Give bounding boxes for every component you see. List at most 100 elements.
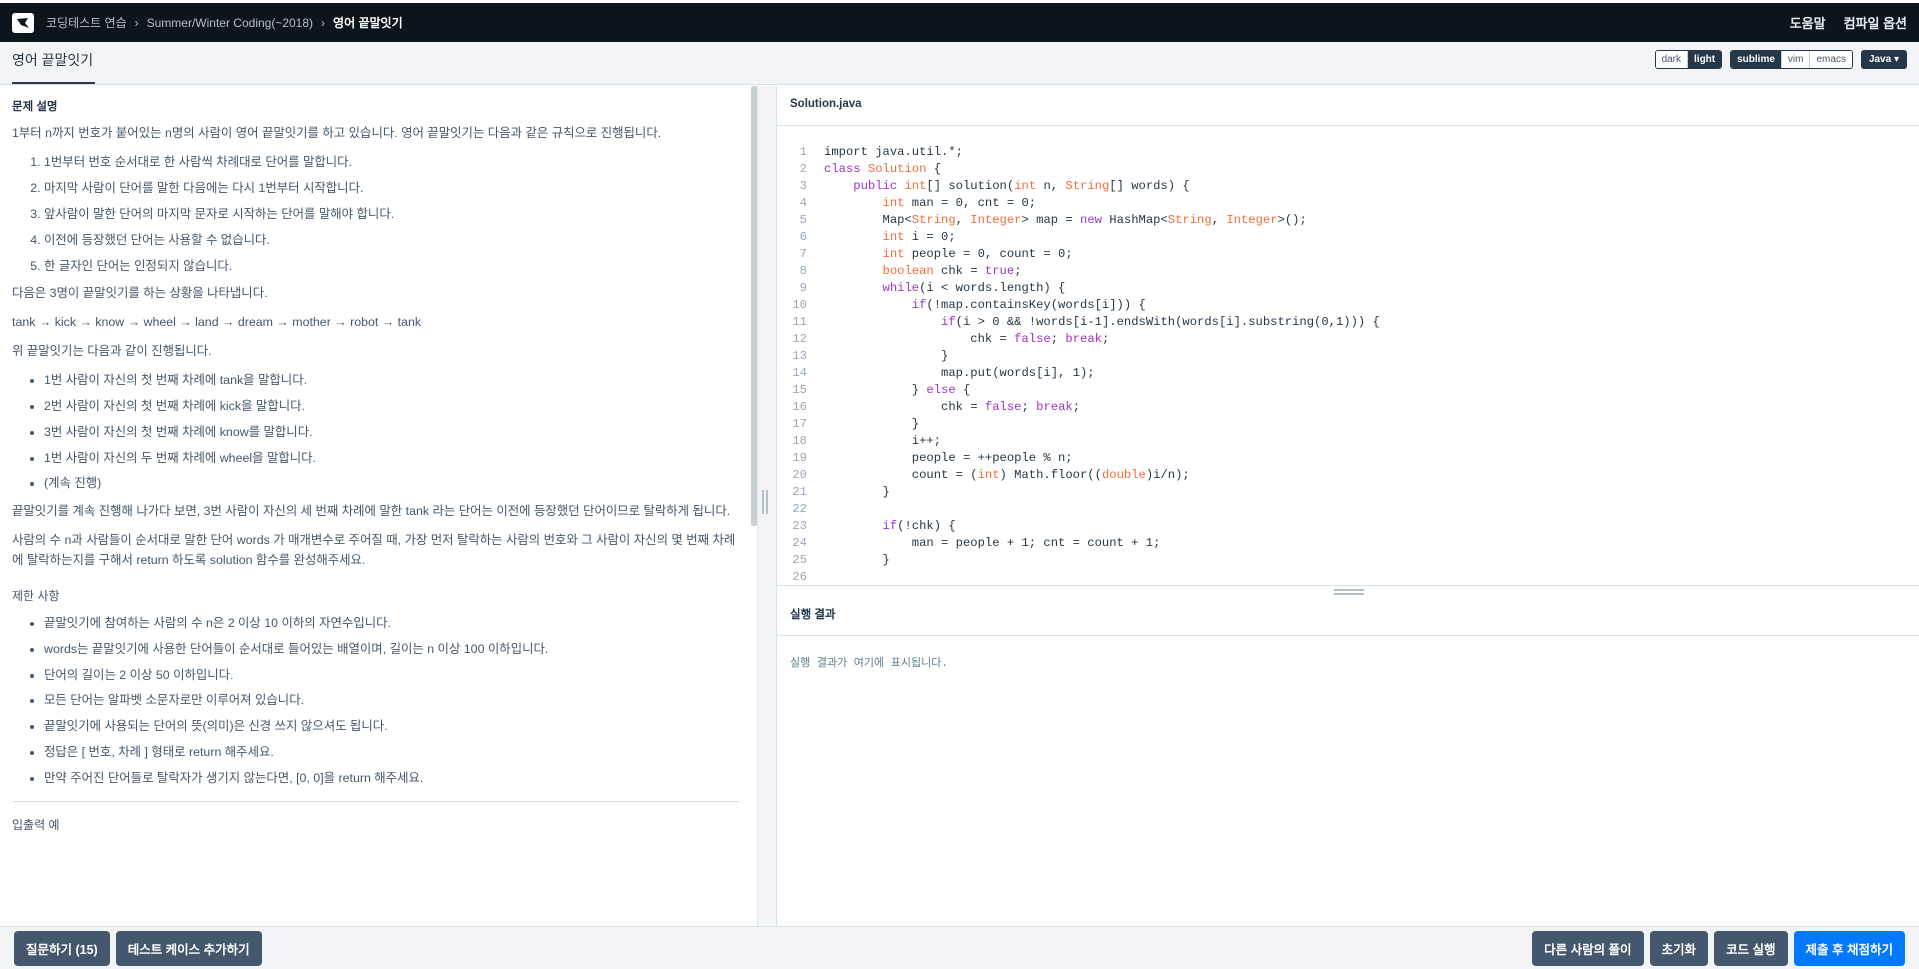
- code-text[interactable]: people = ++people % n;: [807, 450, 1073, 467]
- code-text[interactable]: if(!map.containsKey(words[i])) {: [807, 297, 1146, 314]
- code-line[interactable]: 26: [777, 569, 1919, 584]
- code-line[interactable]: 13 }: [777, 348, 1919, 365]
- splitter-grip-icon[interactable]: [762, 490, 772, 514]
- ask-question-button[interactable]: 질문하기 (15): [14, 930, 110, 966]
- code-line[interactable]: 21 }: [777, 484, 1919, 501]
- theme-light-button[interactable]: light: [1687, 51, 1722, 68]
- code-line[interactable]: 7 int people = 0, count = 0;: [777, 246, 1919, 263]
- line-number: 3: [799, 179, 807, 193]
- code-line[interactable]: 6 int i = 0;: [777, 229, 1919, 246]
- code-text[interactable]: int people = 0, count = 0;: [807, 246, 1073, 263]
- code-text[interactable]: }: [807, 552, 890, 569]
- code-text[interactable]: while(i < words.length) {: [807, 280, 1066, 297]
- code-text[interactable]: [807, 569, 824, 584]
- example-chain: tank → kick → know → wheel → land → drea…: [12, 315, 422, 330]
- help-link[interactable]: 도움말: [1790, 13, 1826, 32]
- keymap-sublime-button[interactable]: sublime: [1731, 51, 1781, 68]
- code-line[interactable]: 24 man = people + 1; cnt = count + 1;: [777, 535, 1919, 552]
- code-line[interactable]: 18 i++;: [777, 433, 1919, 450]
- section-title-constraints: 제한 사항: [12, 588, 60, 603]
- code-text[interactable]: chk = false; break;: [807, 331, 1109, 348]
- line-number: 19: [792, 451, 807, 465]
- code-line[interactable]: 20 count = (int) Math.floor((double)i/n)…: [777, 467, 1919, 484]
- code-text[interactable]: } else {: [807, 382, 971, 399]
- editor-pane: Solution.java 1 import java.util.*; 2 class…: [777, 86, 1919, 926]
- theme-toggle: dark light: [1654, 50, 1723, 69]
- code-text[interactable]: [807, 501, 824, 518]
- code-line[interactable]: 19 people = ++people % n;: [777, 450, 1919, 467]
- code-line[interactable]: 15 } else {: [777, 382, 1919, 399]
- line-number: 6: [799, 230, 807, 244]
- rule-item: 한 글자인 단어는 인정되지 않습니다.: [44, 257, 740, 277]
- code-line[interactable]: 25 }: [777, 552, 1919, 569]
- others-solutions-button[interactable]: 다른 사람의 풀이: [1532, 930, 1644, 966]
- line-number: 10: [792, 298, 807, 312]
- line-number: 8: [799, 264, 807, 278]
- code-line[interactable]: 10 if(!map.containsKey(words[i])) {: [777, 297, 1919, 314]
- code-text[interactable]: import java.util.*;: [807, 144, 963, 161]
- line-number: 26: [792, 570, 807, 584]
- code-line[interactable]: 17 }: [777, 416, 1919, 433]
- code-text[interactable]: class Solution {: [807, 161, 941, 178]
- code-line[interactable]: 1 import java.util.*;: [777, 144, 1919, 161]
- paragraph-elimination: 끝말잇기를 계속 진행해 나가다 보면, 3번 사람이 자신의 세 번째 차례에…: [12, 504, 731, 519]
- code-line[interactable]: 16 chk = false; break;: [777, 399, 1919, 416]
- code-text[interactable]: int i = 0;: [807, 229, 956, 246]
- code-text[interactable]: int man = 0, cnt = 0;: [807, 195, 1037, 212]
- language-dropdown[interactable]: Java ▾: [1860, 50, 1907, 69]
- problem-intro: 1부터 n까지 번호가 붙어있는 n명의 사람이 영어 끝말잇기를 하고 있습니…: [12, 126, 662, 141]
- run-code-button[interactable]: 코드 실행: [1714, 930, 1788, 966]
- code-line[interactable]: 14 map.put(words[i], 1);: [777, 365, 1919, 382]
- chevron-right-icon: ›: [321, 15, 326, 30]
- theme-dark-button[interactable]: dark: [1655, 51, 1688, 68]
- code-line[interactable]: 2 class Solution {: [777, 161, 1919, 178]
- progress-item: 2번 사람이 자신의 첫 번째 차례에 kick을 말합니다.: [44, 397, 740, 417]
- code-text[interactable]: if(i > 0 && !words[i-1].endsWith(words[i…: [807, 314, 1380, 331]
- line-number: 2: [799, 162, 807, 176]
- code-text[interactable]: }: [807, 484, 890, 501]
- code-editor[interactable]: 1 import java.util.*; 2 class Solution {3 p…: [777, 126, 1919, 584]
- code-text[interactable]: if(!chk) {: [807, 518, 956, 535]
- top-navbar: 코딩테스트 연습 › Summer/Winter Coding(~2018) ›…: [0, 0, 1919, 42]
- tab-problem[interactable]: 영어 끝말잇기: [12, 42, 96, 84]
- programmers-logo-icon[interactable]: [12, 12, 34, 33]
- breadcrumb-item-coding-test[interactable]: 코딩테스트 연습: [46, 14, 127, 31]
- code-text[interactable]: count = (int) Math.floor((double)i/n);: [807, 467, 1190, 484]
- code-text[interactable]: i++;: [807, 433, 941, 450]
- results-output: 실행 결과가 여기에 표시됩니다.: [790, 658, 948, 670]
- code-line[interactable]: 23 if(!chk) {: [777, 518, 1919, 535]
- compile-options-link[interactable]: 컴파일 옵션: [1844, 13, 1907, 32]
- code-line[interactable]: 4 int man = 0, cnt = 0;: [777, 195, 1919, 212]
- breadcrumb-item-category[interactable]: Summer/Winter Coding(~2018): [147, 16, 313, 30]
- paragraph-task: 사람의 수 n과 사람들이 순서대로 말한 단어 words 가 매개변수로 주…: [12, 533, 736, 567]
- constraint-item: 끝말잇기에 참여하는 사람의 수 n은 2 이상 10 이하의 자연수입니다.: [44, 614, 740, 634]
- code-line[interactable]: 8 boolean chk = true;: [777, 263, 1919, 280]
- submit-button[interactable]: 제출 후 채점하기: [1793, 930, 1905, 966]
- section-title-io-example: 입출력 예: [12, 817, 60, 832]
- code-line[interactable]: 5 Map<String, Integer> map = new HashMap…: [777, 212, 1919, 229]
- code-text[interactable]: map.put(words[i], 1);: [807, 365, 1095, 382]
- add-testcase-button[interactable]: 테스트 케이스 추가하기: [115, 930, 262, 966]
- line-number: 4: [799, 196, 807, 210]
- code-line[interactable]: 3 public int[] solution(int n, String[] …: [777, 178, 1919, 195]
- code-line[interactable]: 12 chk = false; break;: [777, 331, 1919, 348]
- code-text[interactable]: boolean chk = true;: [807, 263, 1022, 280]
- line-number: 9: [799, 281, 807, 295]
- code-text[interactable]: Map<String, Integer> map = new HashMap<S…: [807, 212, 1307, 229]
- code-line[interactable]: 11 if(i > 0 && !words[i-1].endsWith(word…: [777, 314, 1919, 331]
- code-line[interactable]: 9 while(i < words.length) {: [777, 280, 1919, 297]
- code-text[interactable]: man = people + 1; cnt = count + 1;: [807, 535, 1161, 552]
- constraint-item: words는 끝말잇기에 사용한 단어들이 순서대로 들어있는 배열이며, 길이…: [44, 640, 740, 660]
- line-number: 12: [792, 332, 807, 346]
- code-text[interactable]: chk = false; break;: [807, 399, 1080, 416]
- code-line[interactable]: 22: [777, 501, 1919, 518]
- line-number: 5: [799, 213, 807, 227]
- code-text[interactable]: }: [807, 348, 948, 365]
- keymap-emacs-button[interactable]: emacs: [1809, 51, 1852, 68]
- line-number: 7: [799, 247, 807, 261]
- progress-intro: 위 끝말잇기는 다음과 같이 진행됩니다.: [12, 344, 212, 359]
- code-text[interactable]: public int[] solution(int n, String[] wo…: [807, 178, 1189, 195]
- keymap-vim-button[interactable]: vim: [1780, 51, 1810, 68]
- reset-button[interactable]: 초기화: [1649, 930, 1709, 966]
- code-text[interactable]: }: [807, 416, 919, 433]
